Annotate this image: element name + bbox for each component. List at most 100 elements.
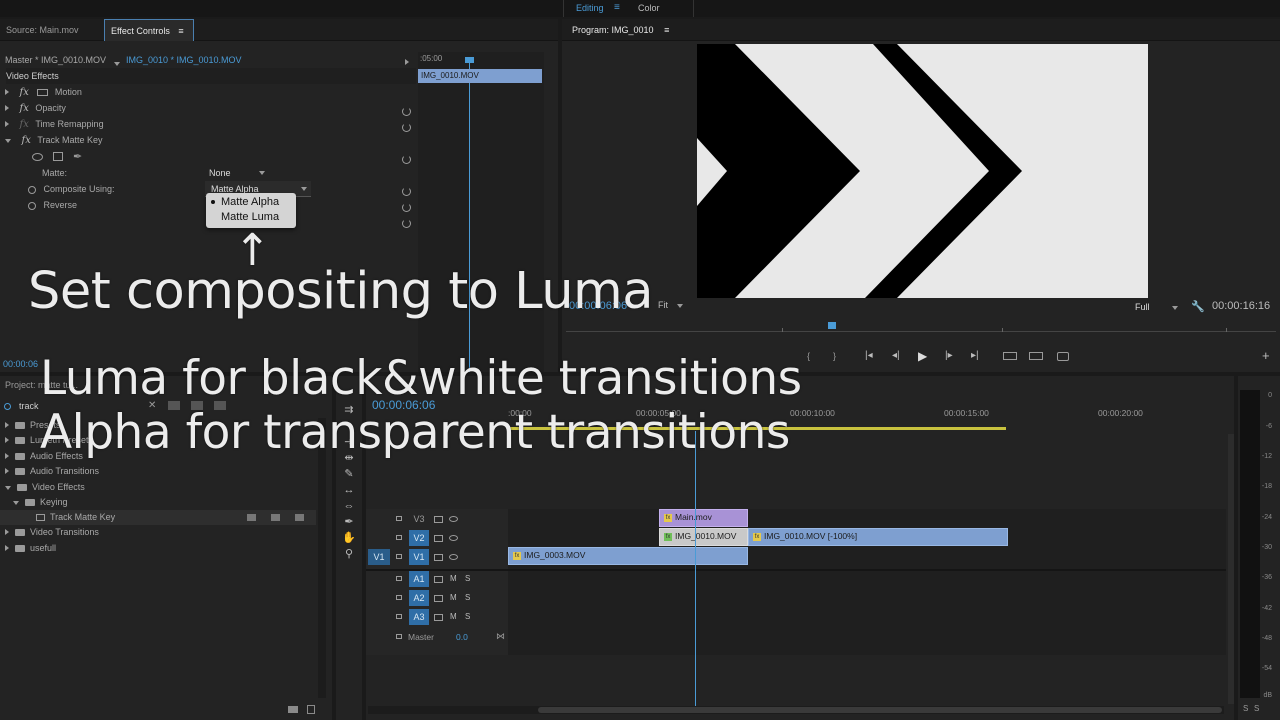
dropdown-option-matte-luma[interactable]: Matte Luma xyxy=(221,211,279,223)
slide-icon[interactable]: ⇔ xyxy=(342,500,356,512)
lock-icon[interactable] xyxy=(396,516,402,521)
sync-lock-icon[interactable] xyxy=(434,576,443,583)
track-label-v2[interactable]: V2 xyxy=(409,530,429,546)
chevron-down-icon[interactable] xyxy=(259,171,265,175)
pen-mask-icon[interactable]: ✒ xyxy=(73,150,82,163)
clip-img0010-b[interactable]: fx IMG_0010.MOV [-100%] xyxy=(748,528,1008,546)
master-volume[interactable]: 0.0 xyxy=(456,632,468,642)
reset-icon[interactable] xyxy=(402,107,411,116)
solo-button[interactable]: S xyxy=(465,593,470,602)
fit-select[interactable]: Fit xyxy=(658,300,683,310)
tab-program[interactable]: Program: IMG_0010 ≡ xyxy=(566,19,675,41)
sync-lock-icon[interactable] xyxy=(434,614,443,621)
chevron-down-icon[interactable] xyxy=(114,58,120,68)
tab-menu-icon[interactable]: ≡ xyxy=(178,26,183,36)
go-to-edit-icon[interactable]: ⋈ xyxy=(496,631,505,642)
program-playhead-marker[interactable] xyxy=(828,322,836,329)
sequence-clip-label[interactable]: IMG_0010 * IMG_0010.MOV xyxy=(126,52,242,68)
sync-lock-icon[interactable] xyxy=(434,516,443,523)
lock-icon[interactable] xyxy=(396,614,402,619)
chevron-down-icon[interactable] xyxy=(676,304,683,308)
chevron-down-icon[interactable] xyxy=(301,187,307,191)
trash-icon[interactable] xyxy=(307,705,315,714)
clip-img0003[interactable]: fx IMG_0003.MOV xyxy=(508,547,748,565)
eye-icon[interactable] xyxy=(449,535,458,541)
track-label-a3[interactable]: A3 xyxy=(409,609,429,625)
workspace-tab-editing[interactable]: Editing xyxy=(576,3,604,13)
fx-icon[interactable]: fx xyxy=(22,135,31,146)
fx-icon[interactable]: fx xyxy=(20,103,29,114)
pen-icon[interactable]: ✒ xyxy=(342,516,356,528)
eye-icon[interactable] xyxy=(449,516,458,522)
track-label-a1[interactable]: A1 xyxy=(409,571,429,587)
effects-search-input[interactable]: track xyxy=(19,401,39,411)
tab-menu-icon[interactable]: ≡ xyxy=(664,25,669,35)
step-forward-icon[interactable]: |▸ xyxy=(945,350,953,361)
camera-icon[interactable] xyxy=(1057,352,1069,361)
mute-button[interactable]: M xyxy=(450,574,457,583)
mark-out-icon[interactable]: } xyxy=(833,351,836,361)
extract-icon[interactable] xyxy=(1029,352,1043,360)
reset-icon[interactable] xyxy=(402,123,411,132)
go-to-in-icon[interactable]: |◂ xyxy=(865,350,873,361)
effect-track-matte-key[interactable]: fx Track Matte Key xyxy=(5,132,103,148)
reset-icon[interactable] xyxy=(402,187,411,196)
dropdown-option-matte-alpha[interactable]: Matte Alpha xyxy=(211,196,279,208)
sync-lock-icon[interactable] xyxy=(434,554,443,561)
program-scrub-bar[interactable] xyxy=(566,322,1276,332)
step-back-icon[interactable]: ◂| xyxy=(892,350,900,361)
mute-button[interactable]: M xyxy=(450,612,457,621)
master-clip-label[interactable]: Master * IMG_0010.MOV xyxy=(5,52,106,68)
list-item-track-matte-key[interactable]: Track Matte Key xyxy=(0,510,316,525)
chevron-down-icon[interactable] xyxy=(1172,306,1179,310)
stopwatch-icon[interactable] xyxy=(28,201,36,210)
solo-button[interactable]: S xyxy=(465,612,470,621)
lock-icon[interactable] xyxy=(396,595,402,600)
horizontal-scrollbar[interactable] xyxy=(368,706,1224,714)
mark-in-icon[interactable]: { xyxy=(807,351,810,361)
mini-playhead[interactable] xyxy=(469,58,470,372)
timeline-playhead[interactable] xyxy=(695,431,696,706)
tab-effect-controls[interactable]: Effect Controls ≡ xyxy=(104,19,194,41)
mute-button[interactable]: M xyxy=(450,593,457,602)
mini-timeline[interactable]: :05:00 IMG_0010.MOV xyxy=(418,52,544,372)
solo-button[interactable]: S xyxy=(465,574,470,583)
track-label-v1[interactable]: V1 xyxy=(409,549,429,565)
effect-panel-time[interactable]: 00:00:06 xyxy=(3,359,38,369)
mini-clip-bar[interactable]: IMG_0010.MOV xyxy=(418,69,542,83)
search-icon[interactable] xyxy=(4,403,11,410)
stopwatch-icon[interactable] xyxy=(28,185,36,194)
effect-motion[interactable]: fx Motion xyxy=(5,84,82,100)
effect-opacity[interactable]: fx Opacity xyxy=(5,100,66,116)
clip-main-mov[interactable]: fx Main.mov xyxy=(659,509,748,527)
quality-select[interactable]: Full xyxy=(1135,302,1179,312)
add-button-icon[interactable]: + xyxy=(1262,348,1270,363)
workspace-tab-color[interactable]: Color xyxy=(638,3,660,13)
go-to-out-icon[interactable]: ▸| xyxy=(971,350,979,361)
program-video-frame[interactable] xyxy=(697,44,1148,298)
workspace-menu-icon[interactable]: ≡ xyxy=(614,2,620,13)
effect-time-remapping[interactable]: fx Time Remapping xyxy=(5,116,104,132)
lock-icon[interactable] xyxy=(396,554,402,559)
list-item-audio-transitions[interactable]: Audio Transitions xyxy=(0,464,316,479)
fx-icon[interactable]: fx xyxy=(20,87,29,98)
lift-icon[interactable] xyxy=(1003,352,1017,360)
lock-icon[interactable] xyxy=(396,535,402,540)
play-icon[interactable]: ▶ xyxy=(918,349,927,363)
expand-timeline-icon[interactable] xyxy=(405,57,409,67)
matte-select[interactable]: None xyxy=(209,165,269,181)
hand-icon[interactable]: ✋ xyxy=(342,532,356,544)
track-label-v3[interactable]: V3 xyxy=(409,511,429,527)
list-item-video-effects[interactable]: Video Effects xyxy=(0,480,316,495)
vertical-scrollbar[interactable] xyxy=(1228,434,1234,704)
ellipse-mask-icon[interactable] xyxy=(32,153,43,161)
source-patch-v1[interactable]: V1 xyxy=(368,549,390,565)
wrench-icon[interactable]: 🔧 xyxy=(1191,300,1205,313)
scrollbar[interactable] xyxy=(318,418,326,698)
rectangle-mask-icon[interactable] xyxy=(53,152,63,161)
sync-lock-icon[interactable] xyxy=(434,535,443,542)
list-item-usefull[interactable]: usefull xyxy=(0,541,316,556)
new-bin-icon[interactable] xyxy=(288,706,298,713)
lock-icon[interactable] xyxy=(396,634,402,639)
tab-source[interactable]: Source: Main.mov xyxy=(0,19,85,41)
